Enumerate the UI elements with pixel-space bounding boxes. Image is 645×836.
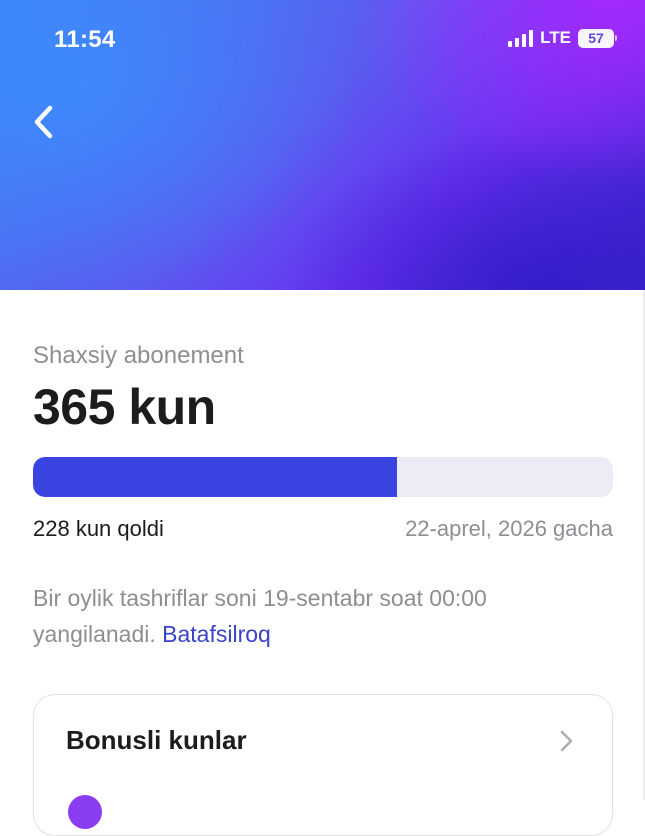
subscription-progress-fill [33, 457, 397, 497]
days-remaining: 228 kun qoldi [33, 516, 164, 541]
subscription-progress-bar [33, 457, 613, 497]
subscription-content: Shaxsiy abonement 365 kun 228 kun qoldi … [0, 290, 645, 836]
back-button[interactable] [22, 100, 66, 144]
battery-icon: 57 [578, 28, 617, 48]
more-details-link[interactable]: Batafsilroq [162, 621, 271, 647]
status-indicators: LTE 57 [508, 28, 617, 48]
header-banner: 11:54 LTE 57 [0, 0, 645, 290]
chevron-left-icon [34, 105, 53, 139]
status-bar: 11:54 LTE 57 [0, 0, 645, 80]
chevron-right-icon [560, 730, 573, 752]
bonus-days-title: Bonusli kunlar [66, 725, 247, 755]
battery-level: 57 [578, 28, 614, 48]
bonus-item-icon [68, 795, 102, 829]
network-type: LTE [540, 28, 571, 47]
plan-days: 365 kun [33, 379, 216, 435]
signal-icon [508, 29, 534, 47]
expiry-date: 22-aprel, 2026 gacha [405, 516, 613, 541]
status-time: 11:54 [54, 26, 116, 53]
bonus-days-card[interactable]: Bonusli kunlar [33, 694, 613, 836]
plan-label: Shaxsiy abonement [33, 342, 244, 369]
info-text: Bir oylik tashriflar soni 19-sentabr soa… [33, 580, 593, 652]
